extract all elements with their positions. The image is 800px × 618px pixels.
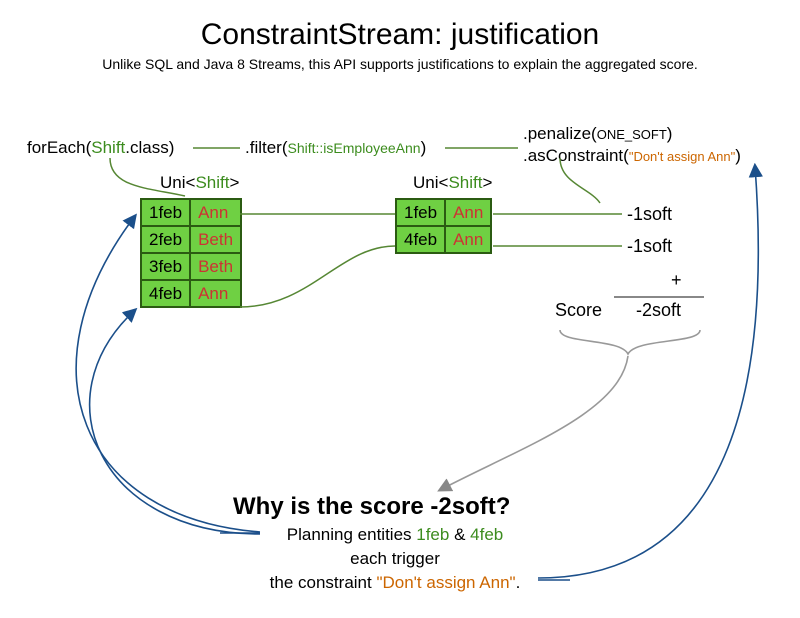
table-row: 1febAnn [141,199,241,226]
code-foreach: forEach(Shift.class) [27,138,174,158]
code-asconstraint: .asConstraint("Don't assign Ann") [523,146,741,166]
score-divider [614,296,704,298]
penalty-2: -1soft [627,236,672,257]
score-value: -2soft [636,300,681,321]
why-heading: Why is the score -2soft? [233,493,510,521]
table-row: 4febAnn [396,226,491,253]
shift-table-right: 1febAnn 4febAnn [395,198,492,254]
uni-label-right: Uni<Shift> [413,173,492,193]
code-penalize: .penalize(ONE_SOFT) [523,124,672,144]
uni-label-left: Uni<Shift> [160,173,239,193]
table-row: 3febBeth [141,253,241,280]
plus-sign: + [671,270,682,291]
code-filter: .filter(Shift::isEmployeeAnn) [245,138,426,158]
page-title: ConstraintStream: justification [0,18,800,52]
score-label: Score [555,300,602,321]
table-row: 4febAnn [141,280,241,307]
explanation-text: Planning entities 1feb & 4feb each trigg… [225,523,565,595]
table-row: 2febBeth [141,226,241,253]
subtitle: Unlike SQL and Java 8 Streams, this API … [0,56,800,72]
table-row: 1febAnn [396,199,491,226]
shift-table-left: 1febAnn 2febBeth 3febBeth 4febAnn [140,198,242,308]
penalty-1: -1soft [627,204,672,225]
